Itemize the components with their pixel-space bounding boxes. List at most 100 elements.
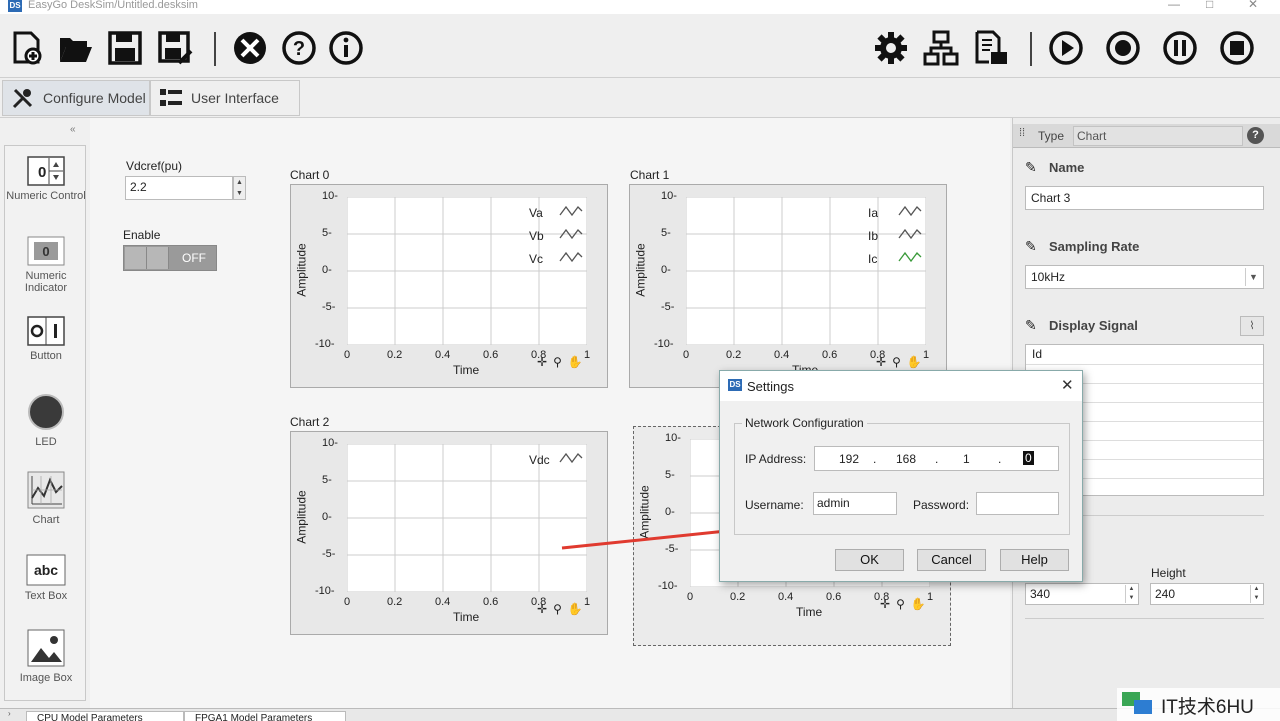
zoom-icon[interactable]: ⚲ — [553, 355, 568, 369]
width-stepper[interactable]: ▲ ▼ — [1125, 585, 1137, 603]
chevron-down-icon[interactable]: ▼ — [1245, 268, 1261, 286]
legend-item[interactable]: Ic — [868, 251, 922, 266]
zoom-icon[interactable]: ⚲ — [553, 602, 568, 616]
vdcref-stepper[interactable]: ▲ ▼ — [233, 176, 246, 200]
crosshair-icon[interactable]: ✛ — [537, 355, 553, 369]
legend-wave-icon — [559, 228, 583, 240]
palette-chart[interactable]: Chart — [5, 470, 87, 526]
info-button[interactable] — [327, 28, 365, 68]
close-window-icon[interactable]: ✕ — [1248, 0, 1258, 11]
save-icon — [108, 31, 142, 65]
y-axis-label: Amplitude — [294, 490, 309, 544]
open-file-button[interactable] — [56, 28, 94, 68]
settings-dialog: DS Settings ✕ Network Configuration IP A… — [719, 370, 1083, 582]
palette-image-box[interactable]: Image Box — [5, 628, 87, 684]
password-input[interactable] — [976, 492, 1059, 515]
signal-item[interactable]: Id — [1032, 347, 1042, 361]
record-button[interactable] — [1104, 28, 1142, 68]
enable-label: Enable — [123, 228, 161, 242]
tab-label: Configure Model — [43, 90, 146, 106]
chart-1[interactable]: 10-5-0--5--10-00.20.40.60.81AmplitudeTim… — [629, 184, 947, 388]
height-value: 240 — [1155, 587, 1176, 601]
pencil-icon: ✎ — [1025, 317, 1037, 333]
palette-button[interactable]: Button — [5, 316, 87, 362]
crosshair-icon[interactable]: ✛ — [876, 355, 892, 369]
crosshair-icon[interactable]: ✛ — [537, 602, 553, 616]
pan-hand-icon[interactable]: ✋ — [568, 602, 589, 616]
save-as-icon — [158, 31, 193, 65]
ip-octet-4[interactable]: 0 — [1023, 451, 1034, 465]
save-as-button[interactable] — [156, 28, 194, 68]
sampling-rate-select[interactable]: 10kHz ▼ — [1025, 265, 1264, 289]
signal-picker-button[interactable]: ⌇ — [1240, 316, 1264, 336]
x-axis-label: Time — [453, 610, 480, 624]
legend-item[interactable]: Ib — [868, 228, 922, 243]
cancel-button[interactable]: Cancel — [917, 549, 986, 571]
width-input[interactable]: 340 ▲ ▼ — [1025, 583, 1139, 605]
minimize-icon[interactable]: — — [1168, 0, 1180, 11]
pan-hand-icon[interactable]: ✋ — [907, 355, 928, 369]
ip-address-field[interactable]: 192 . 168 . 1 . 0 — [814, 446, 1059, 471]
chart-title: Chart 2 — [290, 415, 330, 429]
collapse-palette-icon[interactable]: « — [70, 124, 76, 135]
legend-item[interactable]: Ia — [868, 205, 922, 220]
tab-cpu-model-parameters[interactable]: CPU Model Parameters — [26, 711, 184, 721]
legend-item[interactable]: Vc — [529, 251, 583, 266]
y-tick-label: 5- — [665, 469, 675, 481]
type-value: Chart — [1073, 126, 1243, 146]
report-button[interactable] — [972, 28, 1010, 68]
height-input[interactable]: 240 ▲ ▼ — [1150, 583, 1264, 605]
image-box-icon — [5, 628, 87, 668]
help-dialog-button[interactable]: Help — [1000, 549, 1069, 571]
network-button[interactable] — [922, 28, 960, 68]
pan-hand-icon[interactable]: ✋ — [911, 597, 932, 611]
ok-button[interactable]: OK — [835, 549, 904, 571]
zoom-icon[interactable]: ⚲ — [896, 597, 911, 611]
ip-label: IP Address: — [745, 452, 807, 466]
legend-item[interactable]: Va — [529, 205, 583, 220]
x-tick-label: 0.6 — [826, 591, 842, 603]
run-button[interactable] — [1047, 28, 1085, 68]
legend-item[interactable]: Vdc — [529, 452, 583, 467]
ip-octet-2[interactable]: 168 — [896, 452, 916, 466]
vdcref-input[interactable]: 2.2 — [125, 176, 233, 200]
play-icon — [1049, 31, 1083, 65]
stop-button[interactable] — [1218, 28, 1256, 68]
y-axis-label: Amplitude — [633, 243, 648, 297]
ip-octet-1[interactable]: 192 — [839, 452, 859, 466]
tab-fpga1-model-parameters[interactable]: FPGA1 Model Parameters — [184, 711, 346, 721]
pan-hand-icon[interactable]: ✋ — [568, 355, 589, 369]
close-icon[interactable]: ✕ — [1061, 376, 1074, 394]
height-stepper[interactable]: ▲ ▼ — [1250, 585, 1262, 603]
led-icon — [5, 392, 87, 432]
y-tick-label: 0- — [322, 264, 332, 276]
settings-button[interactable] — [872, 28, 910, 68]
help-icon[interactable]: ? — [1247, 127, 1264, 144]
chart-tools: ✛⚲✋ — [537, 355, 589, 369]
palette-text-box[interactable]: abc Text Box — [5, 554, 87, 602]
zoom-icon[interactable]: ⚲ — [892, 355, 907, 369]
open-folder-icon — [60, 38, 92, 62]
save-button[interactable] — [106, 28, 144, 68]
username-input[interactable]: admin — [813, 492, 897, 515]
tab-user-interface[interactable]: User Interface — [150, 80, 300, 116]
tab-configure-model[interactable]: Configure Model — [2, 80, 150, 116]
maximize-icon[interactable]: □ — [1206, 0, 1213, 11]
ip-octet-3[interactable]: 1 — [963, 452, 970, 466]
crosshair-icon[interactable]: ✛ — [880, 597, 896, 611]
name-input[interactable]: Chart 3 — [1025, 186, 1264, 210]
chart-0[interactable]: 10- 5- 0- -5- -10- 0 0.2 0.4 0.6 0.8 1 Amplitude Tim… — [290, 184, 608, 388]
palette-numeric-control[interactable]: 0 Numeric Control — [5, 156, 87, 202]
palette-label: Numeric Control — [6, 190, 86, 202]
pause-button[interactable] — [1161, 28, 1199, 68]
help-button[interactable]: ? — [280, 28, 318, 68]
enable-toggle[interactable]: OFF — [123, 245, 217, 271]
password-label: Password: — [913, 498, 970, 512]
legend-item[interactable]: Vb — [529, 228, 583, 243]
tools-button[interactable] — [231, 28, 269, 68]
chart-tools: ✛⚲✋ — [876, 355, 928, 369]
new-file-button[interactable] — [8, 28, 46, 68]
palette-numeric-indicator[interactable]: 0 Numeric Indicator — [5, 236, 87, 294]
chevron-right-icon[interactable]: › — [8, 709, 11, 718]
palette-led[interactable]: LED — [5, 392, 87, 448]
